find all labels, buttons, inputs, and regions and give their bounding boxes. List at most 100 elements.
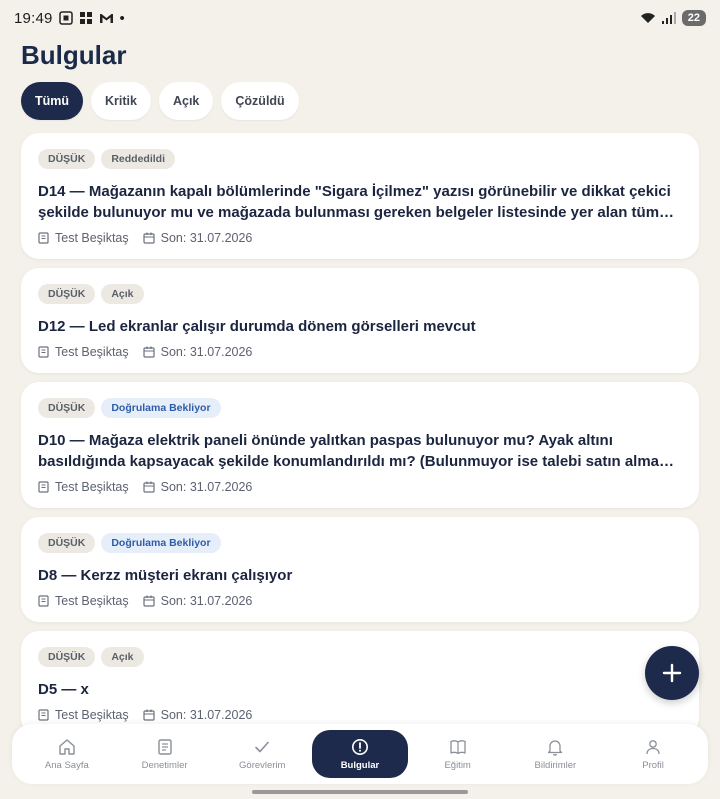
status-badge: Açık (101, 647, 144, 667)
finding-badges: DÜŞÜK Açık (38, 647, 682, 667)
finding-store: Test Beşiktaş (38, 480, 129, 494)
store-icon (38, 346, 49, 358)
finding-card[interactable]: DÜŞÜK Açık D5 — x Test Beşiktaş Son: 31.… (21, 631, 699, 736)
store-icon (38, 595, 49, 607)
finding-meta: Test Beşiktaş Son: 31.07.2026 (38, 231, 682, 245)
finding-card[interactable]: DÜŞÜK Doğrulama Bekliyor D8 — Kerzz müşt… (21, 517, 699, 622)
status-right: 22 (640, 10, 706, 26)
page-title: Bulgular (21, 40, 127, 70)
nav-item-label: Görevlerim (239, 759, 286, 771)
finding-due-label: Son: 31.07.2026 (160, 345, 253, 359)
nav-item-label: Eğitim (444, 759, 471, 771)
finding-title: D5 — x (38, 681, 89, 698)
finding-store: Test Beşiktaş (38, 231, 129, 245)
calendar-icon (143, 232, 155, 244)
finding-store: Test Beşiktaş (38, 708, 129, 722)
nav-item-tasks[interactable]: Görevlerim (214, 730, 310, 778)
home-icon (59, 738, 75, 755)
status-left: 19:49 • (14, 10, 125, 27)
notification-dot: • (119, 9, 125, 27)
finding-card[interactable]: DÜŞÜK Reddedildi D14 — Mağazanın kapalı … (21, 133, 699, 259)
filter-chip-critical[interactable]: Kritik (91, 82, 151, 120)
finding-meta: Test Beşiktaş Son: 31.07.2026 (38, 480, 682, 494)
finding-title: D10 — Mağaza elektrik paneli önünde yalı… (38, 432, 660, 470)
status-badge: Doğrulama Bekliyor (101, 398, 221, 418)
status-bar: 19:49 • 22 (0, 0, 720, 36)
add-finding-button[interactable] (645, 646, 699, 700)
store-icon (38, 481, 49, 493)
nav-item-training[interactable]: Eğitim (410, 730, 506, 778)
severity-badge: DÜŞÜK (38, 398, 96, 418)
signal-icon (661, 12, 676, 24)
finding-due: Son: 31.07.2026 (143, 708, 253, 722)
finding-store-label: Test Beşiktaş (55, 708, 129, 722)
status-time: 19:49 (14, 9, 53, 27)
nav-item-notifications[interactable]: Bildirimler (507, 730, 603, 778)
finding-title: D14 — Mağazanın kapalı bölümlerinde "Sig… (38, 183, 671, 221)
calendar-icon (143, 709, 155, 721)
clipboard-icon (157, 738, 172, 755)
grid-app-icon (79, 11, 93, 25)
bottom-nav: Ana Sayfa Denetimler Görevlerim Bulgular… (12, 724, 708, 784)
severity-badge: DÜŞÜK (38, 533, 96, 553)
finding-card[interactable]: DÜŞÜK Doğrulama Bekliyor D10 — Mağaza el… (21, 382, 699, 508)
calendar-icon (143, 595, 155, 607)
home-indicator (252, 790, 468, 794)
finding-due-label: Son: 31.07.2026 (160, 480, 253, 494)
nav-item-label: Bulgular (340, 759, 380, 771)
status-badge: Açık (101, 284, 144, 304)
finding-due-label: Son: 31.07.2026 (160, 594, 253, 608)
finding-meta: Test Beşiktaş Son: 31.07.2026 (38, 345, 682, 359)
finding-store-label: Test Beşiktaş (55, 594, 129, 608)
nav-item-audits[interactable]: Denetimler (117, 730, 213, 778)
finding-badges: DÜŞÜK Doğrulama Bekliyor (38, 398, 682, 418)
finding-due: Son: 31.07.2026 (143, 345, 253, 359)
finding-due-label: Son: 31.07.2026 (160, 231, 253, 245)
finding-store-label: Test Beşiktaş (55, 231, 129, 245)
bell-icon (548, 739, 563, 756)
nav-item-label: Denetimler (141, 759, 188, 771)
nav-item-findings[interactable]: Bulgular (311, 730, 408, 778)
finding-due-label: Son: 31.07.2026 (160, 708, 253, 722)
screenshot-icon (58, 11, 73, 25)
findings-list: DÜŞÜK Reddedildi D14 — Mağazanın kapalı … (21, 133, 699, 745)
plus-icon (662, 663, 682, 683)
finding-store: Test Beşiktaş (38, 594, 129, 608)
finding-meta: Test Beşiktaş Son: 31.07.2026 (38, 594, 682, 608)
store-icon (38, 709, 49, 721)
finding-title: D12 — Led ekranlar çalışır durumda dönem… (38, 318, 476, 335)
nav-item-profile[interactable]: Profil (605, 730, 701, 778)
filter-chip-all[interactable]: Tümü (21, 82, 84, 120)
finding-badges: DÜŞÜK Açık (38, 284, 682, 304)
status-badge: Reddedildi (101, 149, 176, 169)
alert-circle-icon (351, 738, 368, 755)
filter-chip-open[interactable]: Açık (158, 82, 214, 120)
finding-store-label: Test Beşiktaş (55, 480, 129, 494)
calendar-icon (143, 346, 155, 358)
finding-badges: DÜŞÜK Doğrulama Bekliyor (38, 533, 682, 553)
battery-icon: 22 (681, 10, 706, 26)
calendar-icon (143, 481, 155, 493)
finding-due: Son: 31.07.2026 (143, 231, 253, 245)
finding-meta: Test Beşiktaş Son: 31.07.2026 (38, 708, 682, 722)
finding-card[interactable]: DÜŞÜK Açık D12 — Led ekranlar çalışır du… (21, 268, 699, 373)
nav-item-label: Profil (642, 759, 664, 771)
status-badge: Doğrulama Bekliyor (101, 533, 221, 553)
mail-icon (99, 12, 114, 25)
finding-due: Son: 31.07.2026 (143, 594, 253, 608)
user-icon (646, 739, 660, 754)
filter-chip-resolved[interactable]: Çözüldü (221, 82, 299, 120)
finding-badges: DÜŞÜK Reddedildi (38, 149, 682, 169)
finding-title: D8 — Kerzz müşteri ekranı çalışıyor (38, 567, 293, 584)
filter-chips: Tümü Kritik Açık Çözüldü (21, 82, 299, 120)
finding-store: Test Beşiktaş (38, 345, 129, 359)
finding-store-label: Test Beşiktaş (55, 345, 129, 359)
check-icon (255, 741, 270, 752)
book-icon (450, 739, 466, 754)
finding-due: Son: 31.07.2026 (143, 480, 253, 494)
severity-badge: DÜŞÜK (38, 149, 96, 169)
severity-badge: DÜŞÜK (38, 284, 96, 304)
nav-item-home[interactable]: Ana Sayfa (19, 730, 115, 778)
severity-badge: DÜŞÜK (38, 647, 96, 667)
store-icon (38, 232, 49, 244)
